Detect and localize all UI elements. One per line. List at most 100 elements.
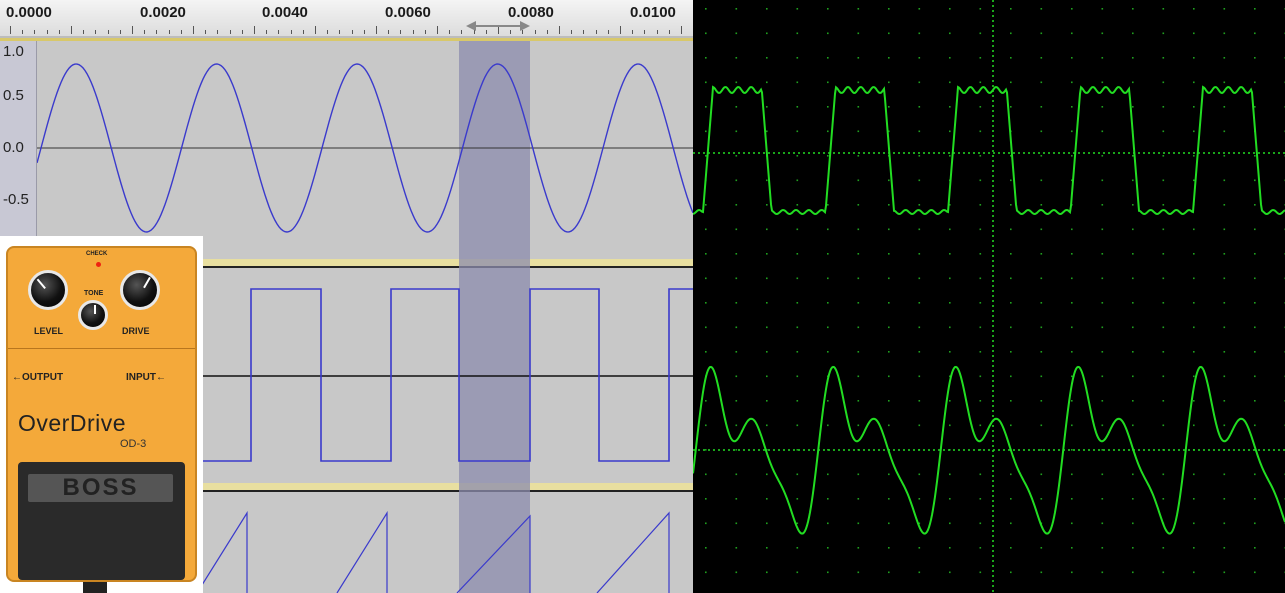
scope-grid-dot [705,204,707,206]
scope-grid-dot [1193,130,1195,133]
boss-logo: BOSS [28,474,173,502]
scope-grid-dot [1193,400,1195,402]
scope-grid-dot [705,106,707,108]
scope-grid-dot [1101,8,1104,10]
scope-grid-dot [1162,571,1165,574]
scope-grid-dot [766,81,768,84]
scope-grid-dot [827,106,829,108]
scope-grid-dot [949,8,951,10]
scope-grid-dot [979,351,982,353]
scope-grid-dot [1254,498,1256,500]
ruler-tick [302,30,304,34]
scope-grid-dot [1010,204,1012,206]
scope-grid-dot [796,400,799,402]
track-sine-bg[interactable] [37,41,693,259]
scope-grid-dot [827,81,829,84]
scope-grid-dot [827,228,829,231]
ruler-tick [546,30,548,34]
scope-grid-dot [949,473,951,476]
scope-grid-dot [705,302,707,304]
scope-grid-dot [1223,277,1226,280]
scope-grid-dot [796,351,799,353]
scope-grid-dot [827,204,829,206]
scope-grid-dot [979,400,982,402]
scope-grid-dot [1101,424,1104,427]
scope-grid-dot [1162,155,1165,157]
ruler-tick [290,30,292,34]
scope-grid-dot [705,522,707,525]
scope-grid-dot [1193,106,1195,108]
ruler-tick [363,30,365,34]
scope-grid-dot [1193,522,1195,525]
ruler-tick [559,26,560,34]
scope-grid-dot [1101,375,1104,378]
ruler-tick [644,30,646,34]
scope-grid-dot [979,473,982,476]
scope-grid-dot [1162,57,1165,59]
scope-grid-dot [1223,253,1226,255]
scope-grid-dot [1040,326,1043,329]
scope-grid-dot [857,253,860,255]
scope-grid-dot [979,277,982,280]
scope-grid-dot [1223,8,1226,10]
scope-grid-dot [888,32,890,35]
scope-grid-dot [1101,155,1104,157]
timeline-ruler[interactable]: 0.0000 0.0020 0.0040 0.0060 0.0080 0.010… [0,0,693,38]
scope-grid-dot [1071,473,1073,476]
scope-grid-dot [918,130,921,133]
scope-grid-dot [1101,326,1104,329]
scope-grid-dot [827,326,829,329]
scope-grid-dot [918,375,921,378]
scope-grid-dot [979,326,982,329]
scope-grid-dot [1223,473,1226,476]
scope-grid-dot [735,228,738,231]
scope-grid-dot [1010,571,1012,574]
scope-grid-dot [918,32,921,35]
scope-grid-dot [766,228,768,231]
scope-grid-dot [705,228,707,231]
panel-divider [8,348,195,349]
scope-grid-dot [796,326,799,329]
scope-grid-dot [888,473,890,476]
scope-grid-dot [949,522,951,525]
ruler-tick [132,26,133,34]
scope-grid-dot [827,522,829,525]
scope-grid-dot [766,8,768,10]
scope-grid-dot [735,326,738,329]
scope-grid-dot [705,473,707,476]
amplitude-label: 0.0 [3,139,24,156]
scope-grid-dot [949,155,951,157]
selection-marker-icon[interactable] [462,18,534,34]
scope-trace-clipped [693,85,1285,216]
input-label: INPUT← [126,372,166,383]
scope-grid [705,8,1285,574]
scope-grid-dot [1162,326,1165,329]
scope-grid-dot [1071,155,1073,157]
scope-grid-dot [857,326,860,329]
model-name: OverDrive [18,410,127,436]
scope-grid-dot [705,277,707,280]
scope-grid-dot [766,302,768,304]
scope-grid-dot [1254,106,1256,108]
scope-grid-dot [827,351,829,353]
scope-grid-dot [949,424,951,427]
scope-grid-dot [1101,522,1104,525]
scope-grid-dot [857,473,860,476]
scope-grid-dot [827,424,829,427]
scope-grid-dot [1101,277,1104,280]
scope-grid-dot [827,57,829,59]
scope-grid-dot [766,277,768,280]
scope-grid-dot [1223,130,1226,133]
scope-grid-dot [1254,522,1256,525]
scope-grid-dot [949,57,951,59]
ruler-tick [180,30,182,34]
scope-grid-dot [827,571,829,574]
scope-grid-dot [705,351,707,353]
scope-grid-dot [705,449,707,451]
scope-grid-dot [766,130,768,133]
scope-grid-dot [1162,106,1165,108]
scope-grid-dot [1040,351,1043,353]
scope-grid-dot [766,57,768,59]
scope-grid-dot [1040,32,1043,35]
scope-grid-dot [766,204,768,206]
